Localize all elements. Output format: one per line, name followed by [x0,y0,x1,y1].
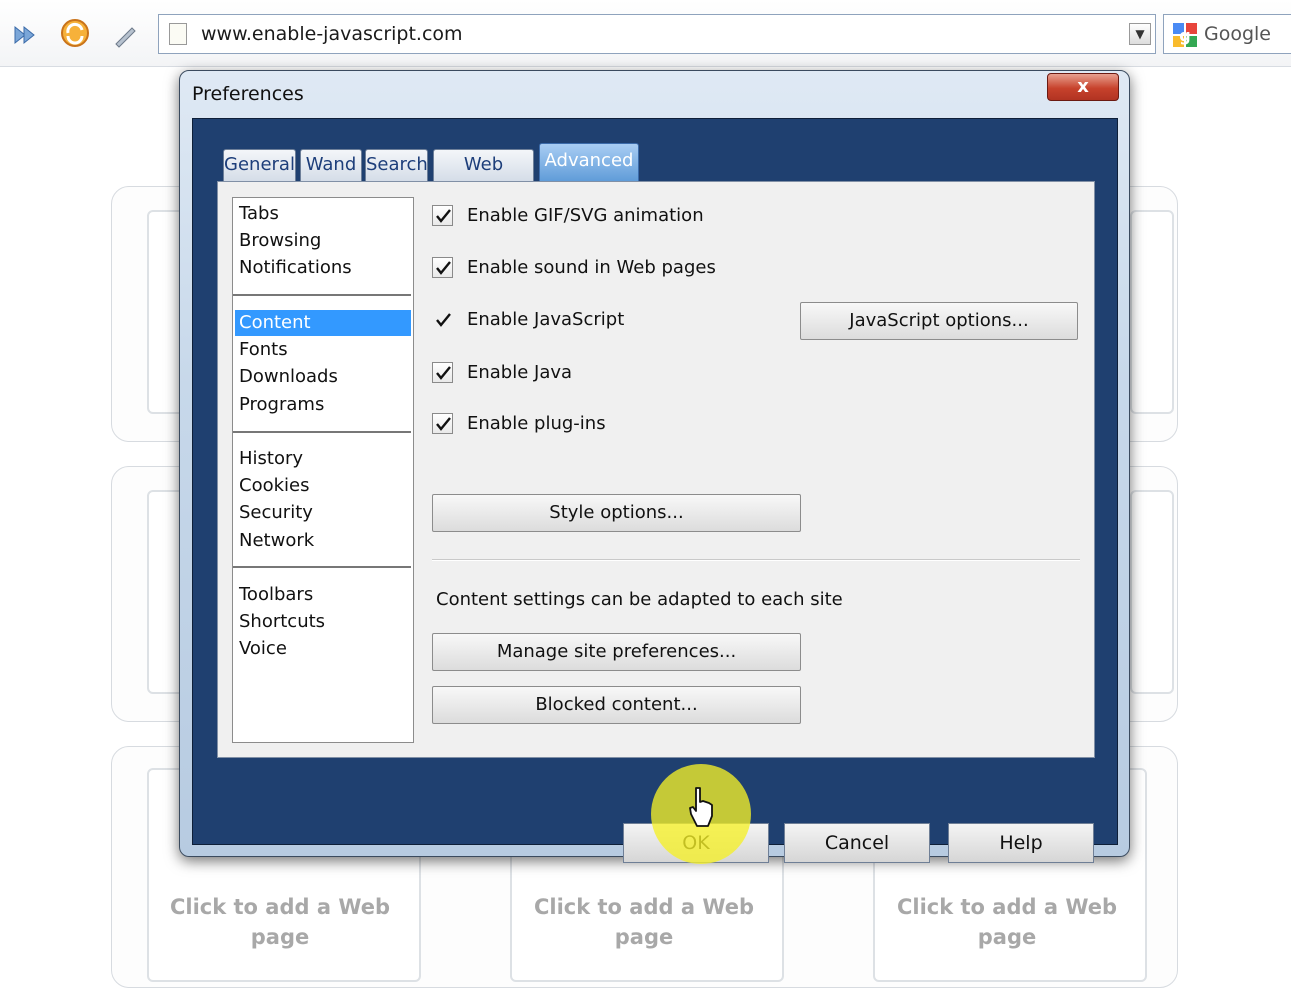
category-cookies[interactable]: Cookies [235,473,411,499]
edit-pen-icon[interactable] [112,22,138,48]
category-list[interactable]: Tabs Browsing Notifications Content Font… [232,197,414,743]
speed-dial-slot[interactable] [1130,210,1174,414]
close-icon: x [1077,76,1089,97]
page-icon [169,23,187,45]
category-downloads[interactable]: Downloads [235,364,411,390]
checkbox[interactable] [432,362,453,383]
advanced-panel: Tabs Browsing Notifications Content Font… [217,181,1095,758]
category-network[interactable]: Network [235,528,411,554]
category-separator [233,294,411,296]
option-label: Enable GIF/SVG animation [467,205,704,226]
category-programs[interactable]: Programs [235,392,411,418]
option-label: Enable plug-ins [467,413,606,434]
reload-icon[interactable] [58,16,92,50]
dialog-title: Preferences [192,83,304,105]
checkmark-icon [436,209,451,223]
search-box[interactable]: g Google [1163,14,1291,54]
speed-dial-caption[interactable]: Click to add a Web page [146,892,414,952]
address-bar[interactable]: www.enable-javascript.com ▼ [158,14,1156,54]
svg-text:g: g [1179,26,1190,45]
help-button[interactable]: Help [948,823,1094,863]
tab-search[interactable]: Search [365,149,428,181]
google-icon[interactable]: g [1172,22,1198,48]
category-voice[interactable]: Voice [235,636,411,662]
tab-general[interactable]: General [223,149,296,181]
checkmark-icon [436,261,451,275]
checkbox[interactable] [432,309,453,330]
style-options-button[interactable]: Style options... [432,494,801,532]
dialog-client-area: General Wand Search Web pages Advanced T… [192,118,1118,863]
category-shortcuts[interactable]: Shortcuts [235,609,411,635]
chevron-down-icon[interactable]: ▼ [1129,23,1151,45]
category-fonts[interactable]: Fonts [235,337,411,363]
content-settings-note: Content settings can be adapted to each … [436,589,843,610]
preferences-dialog: Preferences x General Wand Search Web pa… [179,70,1130,863]
speed-dial-slot[interactable] [1130,490,1174,694]
hand-cursor-icon [689,787,713,827]
browser-toolbar: www.enable-javascript.com ▼ g Google [0,0,1291,67]
option-label: Enable JavaScript [467,309,625,330]
checkmark-icon [436,313,451,327]
divider [432,559,1080,561]
close-button[interactable]: x [1047,73,1119,101]
category-notifications[interactable]: Notifications [235,255,411,281]
cancel-button[interactable]: Cancel [784,823,930,863]
speed-dial-caption[interactable]: Click to add a Web page [510,892,778,952]
javascript-options-button[interactable]: JavaScript options... [800,302,1078,340]
blocked-content-button[interactable]: Blocked content... [432,686,801,724]
speed-dial-caption[interactable]: Click to add a Web page [873,892,1141,952]
tab-web-pages[interactable]: Web pages [433,149,534,205]
address-text[interactable]: www.enable-javascript.com [201,23,463,45]
checkmark-icon [436,417,451,431]
manage-site-preferences-button[interactable]: Manage site preferences... [432,633,801,671]
category-separator [233,566,411,568]
category-separator [233,431,411,433]
search-engine-label: Google [1204,23,1272,45]
fast-forward-icon[interactable] [12,22,38,48]
category-history[interactable]: History [235,446,411,472]
category-security[interactable]: Security [235,500,411,526]
checkbox[interactable] [432,257,453,278]
checkbox[interactable] [432,205,453,226]
category-toolbars[interactable]: Toolbars [235,582,411,608]
option-label: Enable sound in Web pages [467,257,716,278]
checkmark-icon [436,366,451,380]
category-content[interactable]: Content [235,310,411,336]
category-browsing[interactable]: Browsing [235,228,411,254]
category-tabs[interactable]: Tabs [235,201,411,227]
tab-advanced[interactable]: Advanced [539,143,639,182]
checkbox[interactable] [432,413,453,434]
option-label: Enable Java [467,362,573,383]
tab-wand[interactable]: Wand [300,149,362,181]
